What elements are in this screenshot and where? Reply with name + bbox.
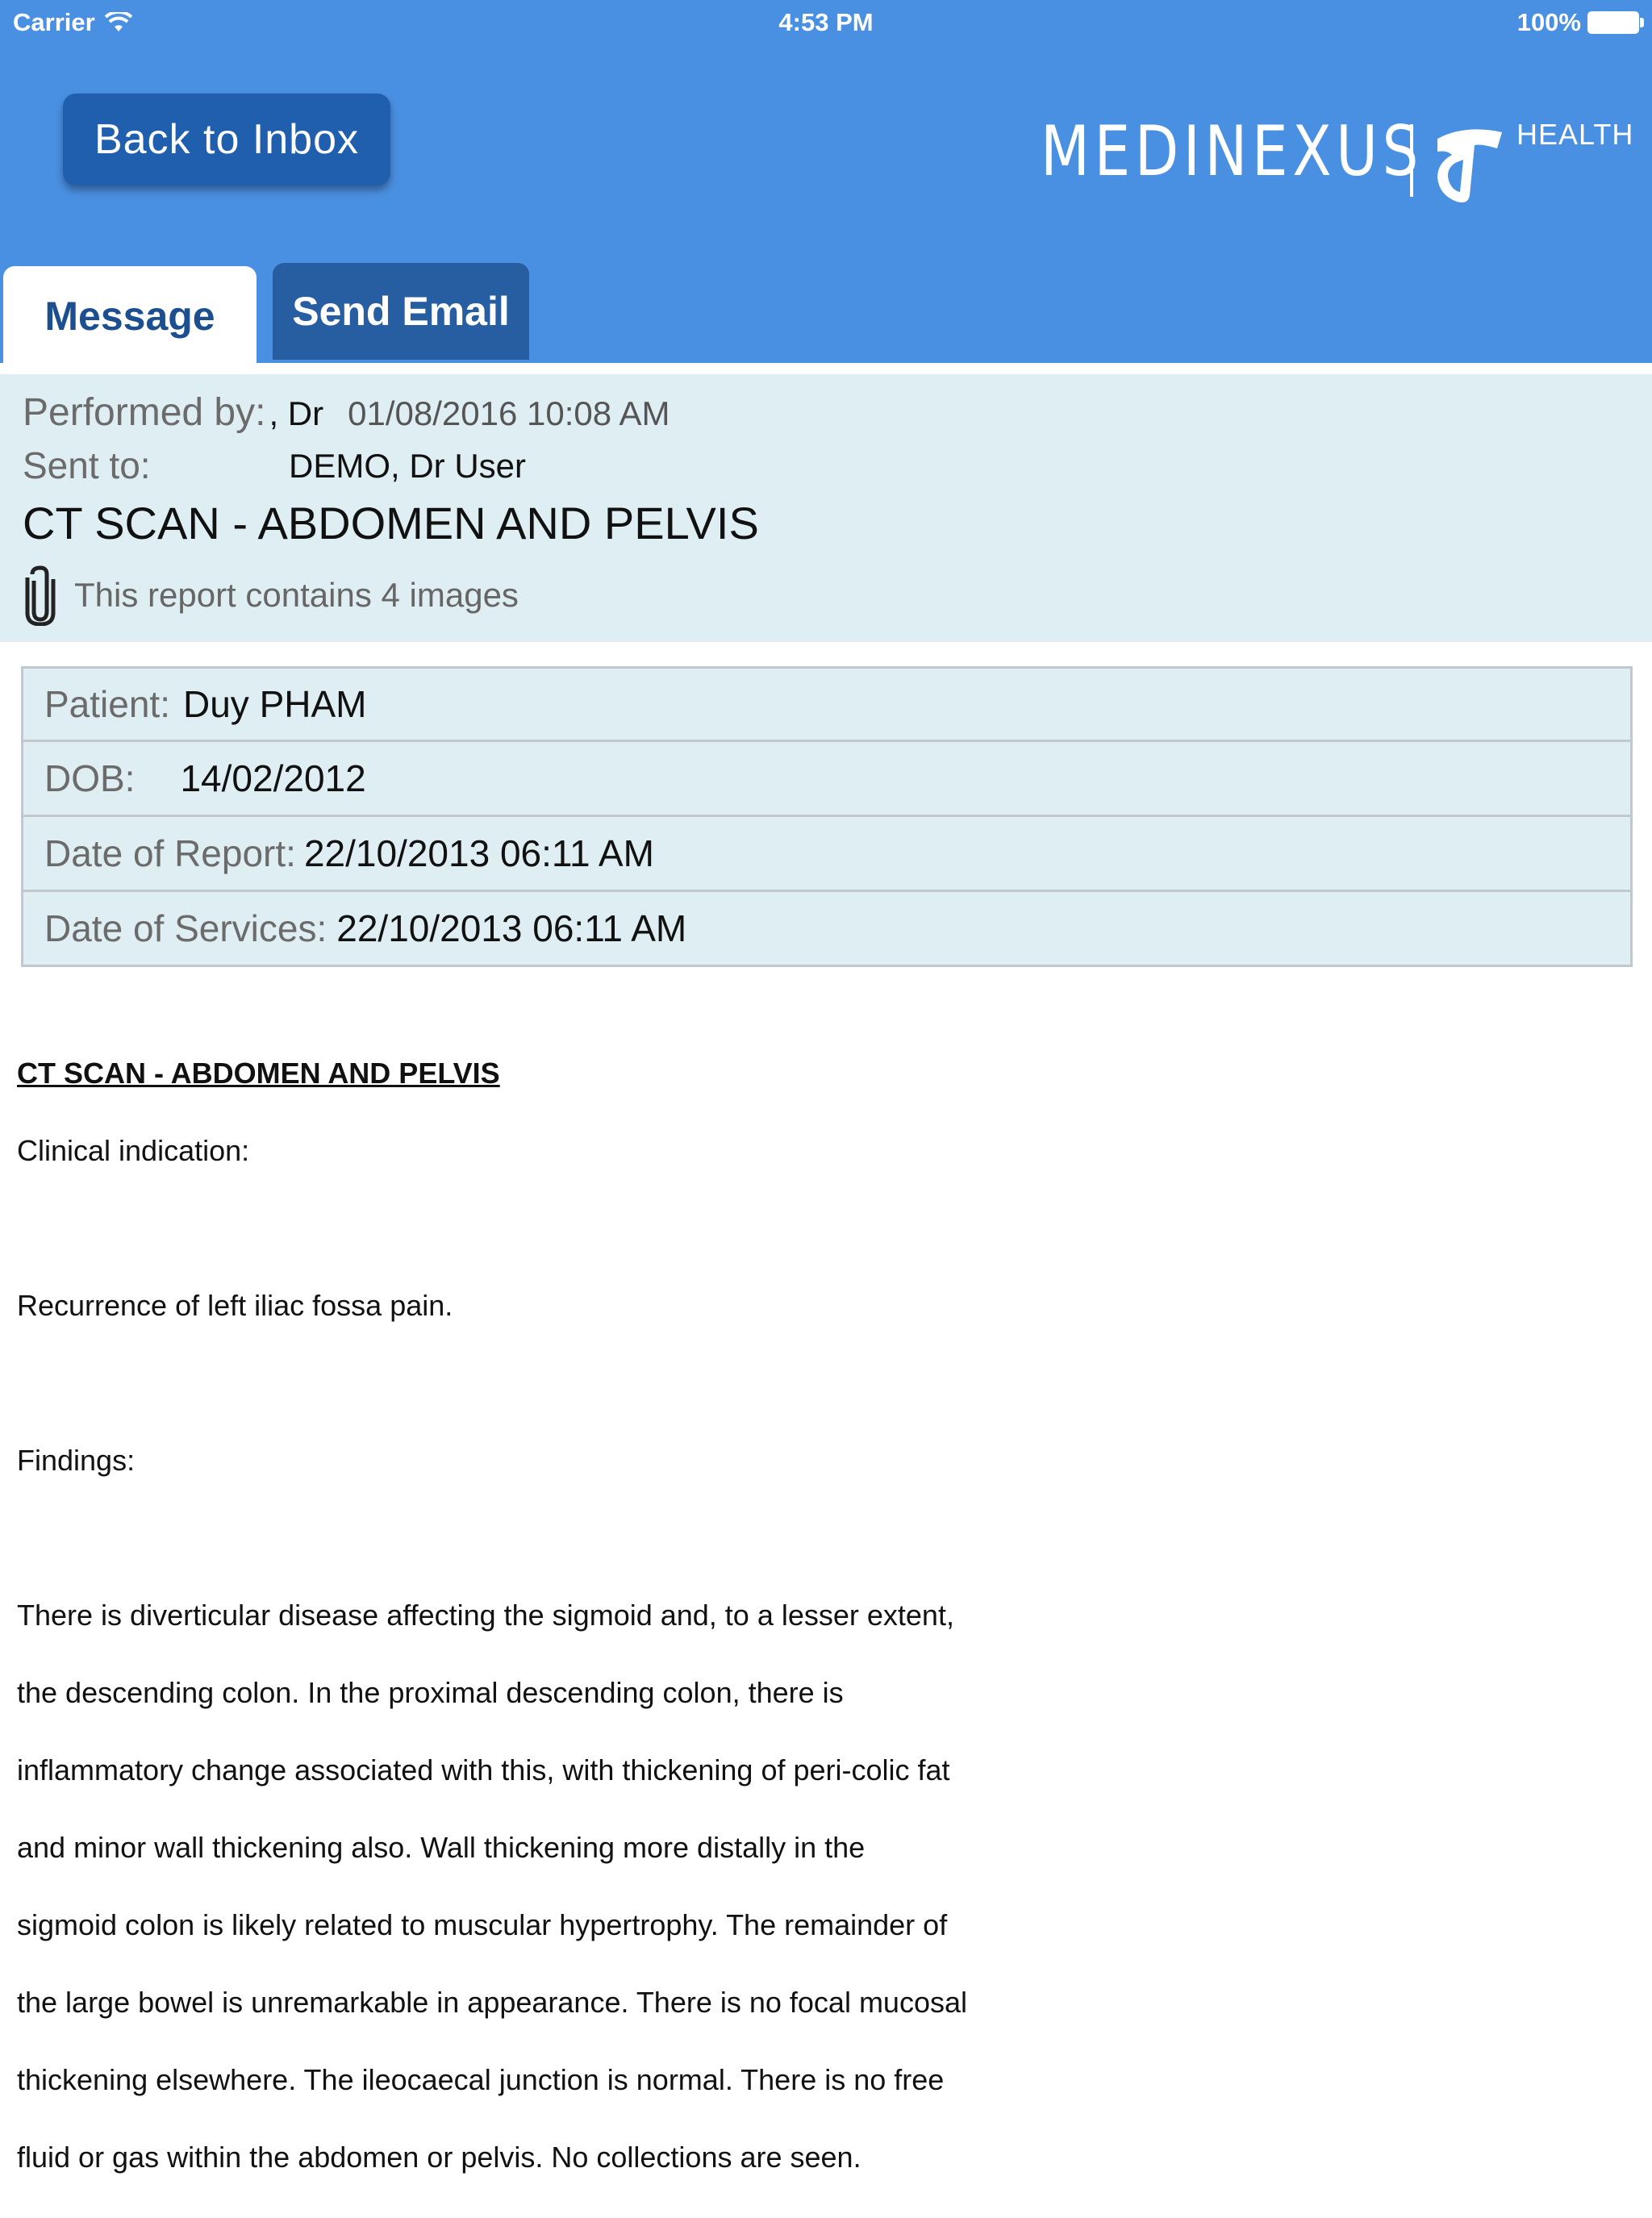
paperclip-icon [25,565,56,626]
report-heading: CT SCAN - ABDOMEN AND PELVIS [17,1057,500,1090]
performed-by-value: , Dr [269,394,324,432]
attachment-text: This report contains 4 images [74,576,519,614]
status-battery: 100% [1516,8,1644,37]
dob-label: DOB: [44,757,136,799]
findings-line: thickening elsewhere. The ileocaecal jun… [17,2063,945,2096]
brand-divider [1410,124,1413,197]
attachment-row[interactable]: This report contains 4 images [23,565,519,626]
battery-icon [1587,11,1644,34]
status-time: 4:53 PM [778,8,874,36]
report-date-value: 22/10/2013 06:11 AM [303,832,654,874]
findings-line: sigmoid colon is likely related to muscu… [17,1908,948,1941]
patient-label: Patient: [44,683,170,725]
service-date-value: 22/10/2013 06:11 AM [336,907,687,949]
report-body: CT SCAN - ABDOMEN AND PELVIS Clinical in… [17,1057,1066,2218]
report-date-label: Date of Report: [44,832,296,874]
patient-row-name: Patient: Duy PHAM [23,669,1630,740]
tab-send-email[interactable]: Send Email [273,263,529,360]
findings-line: fluid or gas within the abdomen or pelvi… [17,2141,861,2174]
patient-row-report-date: Date of Report: 22/10/2013 06:11 AM [23,815,1630,890]
performed-by-label: Performed by: [23,391,266,434]
sent-to-value: DEMO, Dr User [289,447,526,485]
clinical-indication-label: Clinical indication: [17,1134,250,1167]
message-info: Performed by:, Dr 01/08/2016 10:08 AM Sen… [0,374,1652,642]
findings-line: the large bowel is unremarkable in appea… [17,1986,967,2019]
brand-name: MEDINEXUS [1041,111,1424,192]
sent-to-row: Sent to: DEMO, Dr User [23,444,526,487]
performed-by-row: Performed by:, Dr 01/08/2016 10:08 AM [23,390,670,435]
app-header: Carrier 4:53 PM 100% Back to Inbox MEDIN… [0,0,1652,366]
findings-label: Findings: [17,1444,136,1477]
findings-line: and minor wall thickening also. Wall thi… [17,1831,866,1864]
dob-value: 14/02/2012 [180,757,366,799]
brand-suffix: HEALTH [1516,118,1634,151]
findings-line: There is diverticular disease affecting … [17,1599,954,1632]
findings-line: inflammatory change associated with this… [17,1753,950,1786]
patient-row-dob: DOB: 14/02/2012 [23,740,1630,815]
findings-line: the descending colon. In the proximal de… [17,1676,844,1709]
sent-to-label: Sent to: [23,444,151,486]
service-date-label: Date of Services: [44,907,327,949]
status-bar: Carrier 4:53 PM 100% [0,0,1652,45]
patient-details-table: Patient: Duy PHAM DOB: 14/02/2012 Date o… [21,666,1633,967]
report-title: CT SCAN - ABDOMEN AND PELVIS [23,498,759,548]
telstra-t-logo-icon [1437,129,1502,202]
clinical-indication-text: Recurrence of left iliac fossa pain. [17,1289,453,1322]
back-to-inbox-button[interactable]: Back to Inbox [63,94,390,186]
patient-row-service-date: Date of Services: 22/10/2013 06:11 AM [23,890,1630,965]
tab-message[interactable]: Message [3,266,257,366]
performed-date: 01/08/2016 10:08 AM [348,394,670,432]
patient-name: Duy PHAM [183,683,367,725]
battery-percent: 100% [1516,8,1581,36]
brand-logo-group: MEDINEXUS HEALTH [1041,111,1633,202]
